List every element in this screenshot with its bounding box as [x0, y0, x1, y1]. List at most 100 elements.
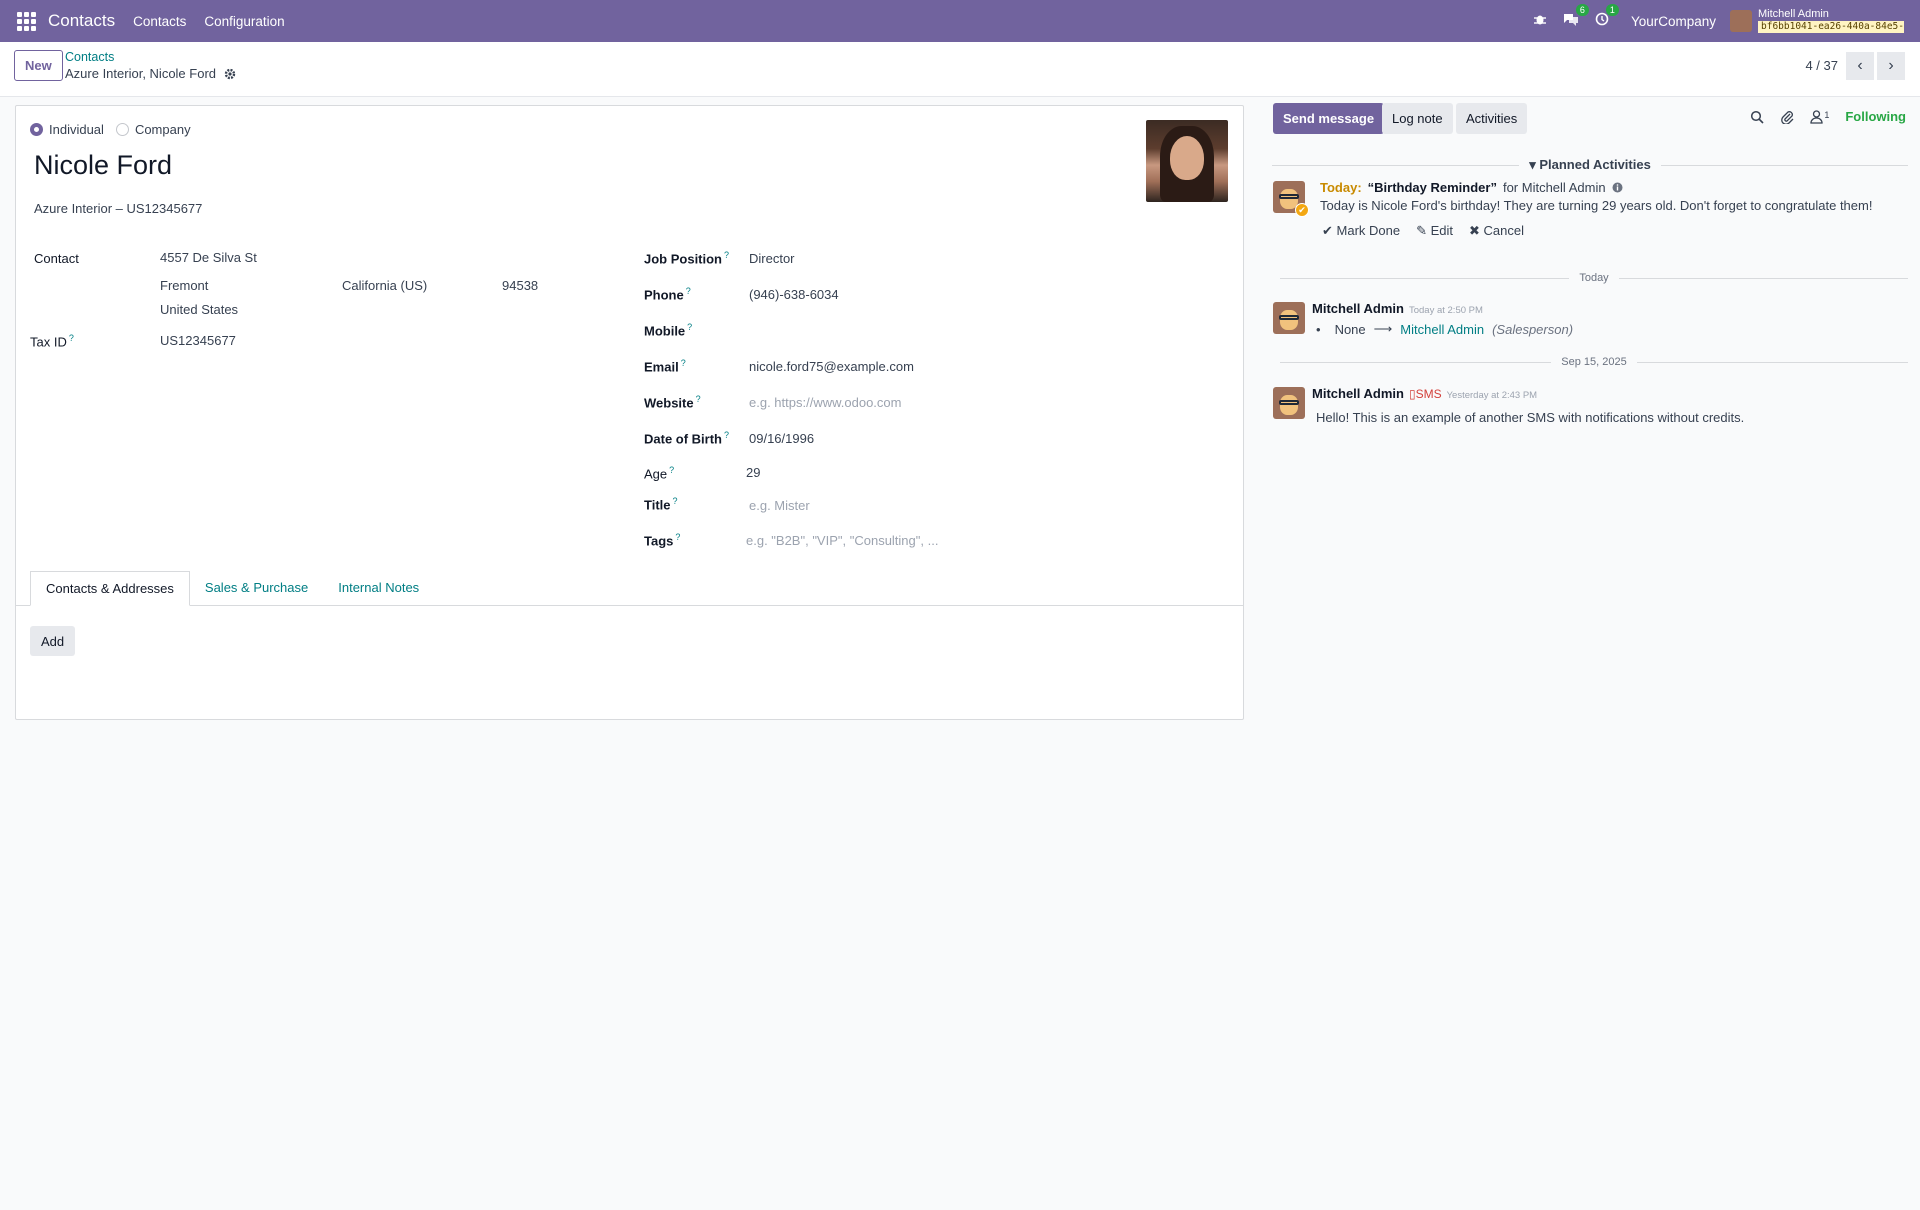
divider-line: [1280, 361, 1552, 363]
company-type-radio: Individual Company: [30, 122, 191, 137]
database-tag: bf6bb1041-ea26-440a-84e5-d...: [1758, 21, 1904, 33]
message-author[interactable]: Mitchell Admin: [1312, 301, 1404, 316]
country-select[interactable]: United States: [160, 302, 238, 317]
help-icon[interactable]: ?: [681, 358, 686, 368]
avatar[interactable]: [1273, 302, 1305, 334]
tags-input[interactable]: e.g. "B2B", "VIP", "Consulting", ...: [746, 533, 938, 548]
age-value: 29: [746, 465, 761, 480]
radio-company[interactable]: [115, 123, 129, 136]
contact-name-input[interactable]: Nicole Ford: [34, 150, 172, 181]
tab-contacts-addresses[interactable]: Contacts & Addresses: [30, 571, 190, 606]
parent-company-field[interactable]: Azure Interior – US12345677: [34, 201, 202, 216]
website-input[interactable]: e.g. https://www.odoo.com: [749, 395, 901, 410]
help-icon[interactable]: ?: [724, 250, 729, 260]
message-time: Yesterday at 2:43 PM: [1446, 390, 1538, 401]
activity-note: Today is Nicole Ford's birthday! They ar…: [1320, 198, 1873, 213]
zip-input[interactable]: 94538: [502, 278, 538, 293]
message-author[interactable]: Mitchell Admin: [1312, 386, 1404, 401]
menu-configuration[interactable]: Configuration: [204, 14, 284, 29]
edit-activity-button[interactable]: ✎ Edit: [1416, 223, 1453, 239]
debug-bug-icon[interactable]: [1533, 12, 1547, 30]
street-input[interactable]: 4557 De Silva St: [160, 250, 257, 265]
user-menu[interactable]: Mitchell Admin bf6bb1041-ea26-440a-84e5-…: [1758, 9, 1904, 33]
title-select[interactable]: e.g. Mister: [749, 498, 810, 513]
help-icon[interactable]: ?: [673, 496, 678, 506]
divider-line: [1618, 277, 1909, 279]
pager-previous-button[interactable]: ‹: [1846, 52, 1874, 80]
tax-id-label: Tax ID?: [30, 333, 74, 349]
chatter-panel: Send message Log note Activities 1 Follo…: [1260, 97, 1920, 1210]
contact-photo[interactable]: [1146, 120, 1228, 202]
search-icon[interactable]: [1750, 110, 1764, 124]
state-select[interactable]: California (US): [342, 278, 427, 293]
activity-header: Today: “Birthday Reminder” for Mitchell …: [1320, 180, 1623, 195]
activity-due-label: Today:: [1320, 180, 1362, 195]
chevron-right-icon: ›: [1888, 57, 1894, 74]
job-position-input[interactable]: Director: [749, 251, 795, 266]
email-label: Email?: [644, 358, 686, 374]
breadcrumb-parent[interactable]: Contacts: [65, 50, 114, 64]
job-position-label-text: Job Position: [644, 251, 722, 267]
planned-activities-header[interactable]: ▾ Planned Activities: [1272, 157, 1909, 173]
paperclip-icon[interactable]: [1780, 110, 1794, 124]
tax-id-input[interactable]: US12345677: [160, 333, 236, 348]
following-button[interactable]: Following: [1845, 109, 1906, 124]
tab-internal-notes[interactable]: Internal Notes: [323, 571, 434, 606]
radio-company-label[interactable]: Company: [135, 122, 191, 137]
followers-button[interactable]: 1: [1810, 110, 1829, 124]
radio-individual[interactable]: [30, 123, 43, 136]
help-icon[interactable]: ?: [686, 286, 691, 296]
pager-value[interactable]: 4 / 37: [1805, 58, 1838, 73]
menu-contacts[interactable]: Contacts: [133, 14, 186, 29]
log-note-button[interactable]: Log note: [1382, 103, 1453, 134]
phone-input[interactable]: (946)-638-6034: [749, 287, 839, 302]
title-label-text: Title: [644, 497, 671, 513]
activity-clock-icon[interactable]: 1: [1595, 4, 1619, 30]
activities-button[interactable]: Activities: [1456, 103, 1528, 134]
gear-icon[interactable]: [224, 68, 236, 80]
company-switcher[interactable]: YourCompany: [1631, 14, 1716, 29]
separator-label: Sep 15, 2025: [1561, 356, 1627, 368]
apps-menu-icon[interactable]: [14, 9, 38, 33]
mark-done-button[interactable]: ✔ Mark Done: [1322, 223, 1400, 239]
app-name[interactable]: Contacts: [48, 11, 115, 31]
mobile-input[interactable]: [749, 322, 949, 338]
sms-badge: ▯SMS: [1409, 387, 1442, 401]
user-name: Mitchell Admin: [1758, 8, 1829, 21]
email-input[interactable]: nicole.ford75@example.com: [749, 359, 914, 374]
pager-next-button[interactable]: ›: [1877, 52, 1905, 80]
planned-activities-label: Planned Activities: [1539, 157, 1651, 172]
info-icon[interactable]: [1612, 182, 1623, 193]
tab-sales-purchase[interactable]: Sales & Purchase: [190, 571, 323, 606]
help-icon[interactable]: ?: [669, 465, 674, 475]
help-icon[interactable]: ?: [696, 394, 701, 404]
tracking-new-value[interactable]: Mitchell Admin: [1400, 322, 1484, 337]
radio-individual-label[interactable]: Individual: [49, 122, 104, 137]
send-message-button[interactable]: Send message: [1273, 103, 1385, 134]
bullet: •: [1316, 321, 1321, 337]
title-label: Title?: [644, 496, 678, 512]
avatar[interactable]: [1273, 387, 1305, 419]
website-label-text: Website: [644, 395, 694, 411]
user-avatar[interactable]: [1730, 10, 1752, 32]
help-icon[interactable]: ?: [69, 333, 74, 343]
city-input[interactable]: Fremont: [160, 278, 208, 293]
email-label-text: Email: [644, 359, 679, 375]
help-icon[interactable]: ?: [687, 322, 692, 332]
phone-label-text: Phone: [644, 287, 684, 303]
add-contact-button[interactable]: Add: [30, 626, 76, 656]
messaging-icon[interactable]: 6: [1563, 4, 1589, 30]
help-icon[interactable]: ?: [675, 532, 680, 542]
new-button[interactable]: New: [14, 50, 63, 81]
help-icon[interactable]: ?: [724, 430, 729, 440]
message-body: Hello! This is an example of another SMS…: [1316, 410, 1745, 425]
messaging-badge: 6: [1575, 4, 1589, 16]
cancel-activity-button[interactable]: ✖ Cancel: [1469, 223, 1524, 239]
separator-label: Today: [1579, 272, 1609, 284]
followers-count: 1: [1824, 109, 1830, 120]
avatar-face-shape: [1280, 395, 1298, 415]
breadcrumb-current-label: Azure Interior, Nicole Ford: [65, 66, 217, 81]
website-label: Website?: [644, 394, 701, 410]
mobile-phone-icon: ▯: [1408, 387, 1416, 401]
date-of-birth-input[interactable]: 09/16/1996: [749, 431, 814, 446]
